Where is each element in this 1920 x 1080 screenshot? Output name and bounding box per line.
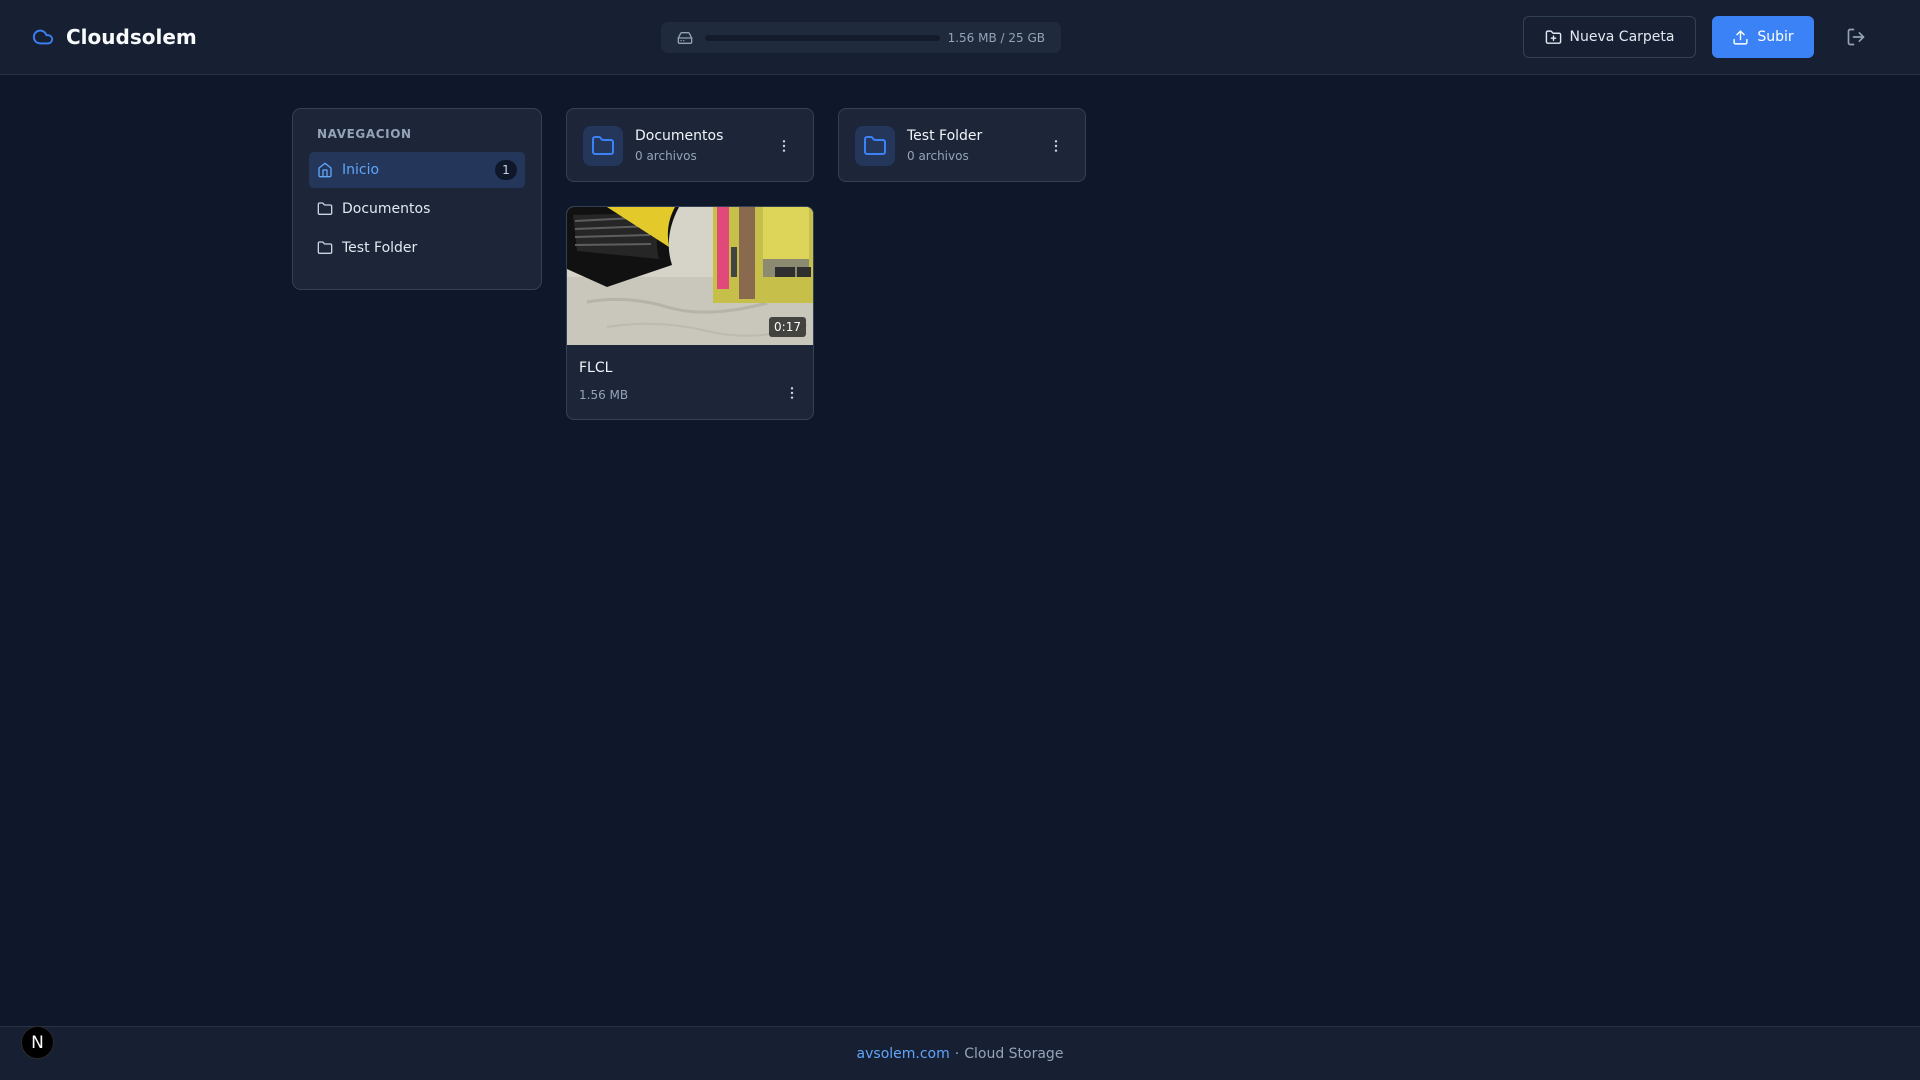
cloud-icon xyxy=(32,26,54,48)
new-folder-button[interactable]: Nueva Carpeta xyxy=(1523,16,1696,58)
nav-heading: NAVEGACION xyxy=(317,127,412,141)
upload-button[interactable]: Subir xyxy=(1712,16,1814,58)
app-title: Cloudsolem xyxy=(66,25,197,49)
home-icon xyxy=(317,162,333,178)
sidebar-nav: NAVEGACION Inicio 1 Documentos Test Fold… xyxy=(292,108,542,290)
sidebar-item-label: Test Folder xyxy=(342,240,418,256)
folder-icon-container xyxy=(855,126,895,166)
storage-indicator: 1.56 MB / 25 GB xyxy=(661,22,1061,53)
footer-separator: · xyxy=(954,1045,960,1062)
page-footer: avsolem.com · Cloud Storage xyxy=(0,1026,1920,1080)
folder-icon xyxy=(317,240,333,256)
folder-icon xyxy=(863,134,887,158)
more-options-icon[interactable] xyxy=(1048,138,1064,154)
file-name: FLCL xyxy=(579,360,613,376)
logout-icon xyxy=(1846,27,1866,47)
dev-tools-badge[interactable]: N xyxy=(21,1026,54,1059)
file-card-flcl[interactable]: 0:17 FLCL 1.56 MB xyxy=(566,206,814,420)
folder-name: Documentos xyxy=(635,128,724,144)
folder-file-count: 0 archivos xyxy=(907,149,969,163)
folder-name: Test Folder xyxy=(907,128,983,144)
folder-icon xyxy=(591,134,615,158)
item-count-badge: 1 xyxy=(495,160,517,180)
more-options-icon[interactable] xyxy=(784,385,800,401)
storage-progress-bar xyxy=(705,34,940,41)
video-thumbnail[interactable]: 0:17 xyxy=(567,207,813,345)
sidebar-item-test-folder[interactable]: Test Folder xyxy=(309,230,525,266)
upload-icon xyxy=(1732,29,1749,46)
top-header: Cloudsolem 1.56 MB / 25 GB Nueva Carpeta… xyxy=(0,0,1920,75)
logout-button[interactable] xyxy=(1846,27,1866,47)
hard-drive-icon xyxy=(677,30,693,46)
folder-plus-icon xyxy=(1545,29,1562,46)
footer-link[interactable]: avsolem.com xyxy=(857,1046,950,1062)
sidebar-item-documentos[interactable]: Documentos xyxy=(309,191,525,227)
sidebar-item-label: Inicio xyxy=(342,162,380,178)
video-duration: 0:17 xyxy=(769,317,806,337)
sidebar-item-label: Documentos xyxy=(342,201,431,217)
new-folder-label: Nueva Carpeta xyxy=(1569,29,1675,45)
folder-icon xyxy=(317,201,333,217)
brand[interactable]: Cloudsolem xyxy=(32,24,197,50)
more-options-icon[interactable] xyxy=(776,138,792,154)
footer-text: Cloud Storage xyxy=(964,1045,1064,1062)
upload-label: Subir xyxy=(1757,29,1794,45)
sidebar-item-inicio[interactable]: Inicio 1 xyxy=(309,152,525,188)
file-size: 1.56 MB xyxy=(579,388,629,402)
folder-file-count: 0 archivos xyxy=(635,149,697,163)
folder-card-test-folder[interactable]: Test Folder 0 archivos xyxy=(838,108,1086,182)
storage-usage-text: 1.56 MB / 25 GB xyxy=(947,30,1045,45)
folder-card-documentos[interactable]: Documentos 0 archivos xyxy=(566,108,814,182)
folder-icon-container xyxy=(583,126,623,166)
